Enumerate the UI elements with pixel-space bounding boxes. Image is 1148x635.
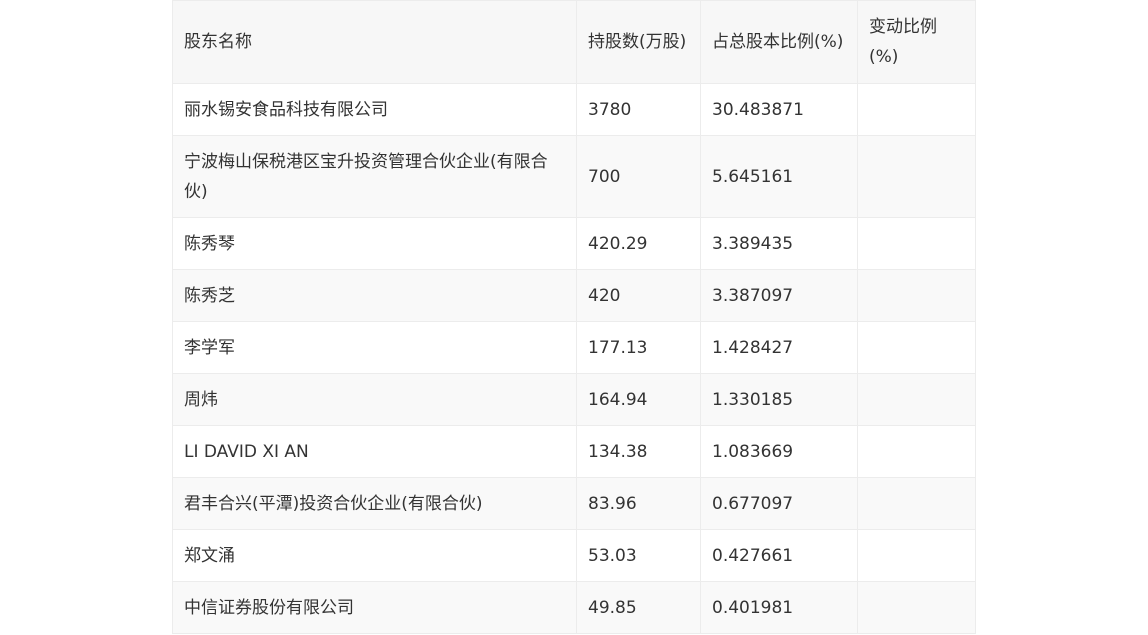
cell-change-ratio	[857, 425, 976, 478]
table-row: 郑文涌 53.03 0.427661	[172, 529, 976, 582]
cell-shares-held: 49.85	[576, 581, 701, 634]
cell-shares-held: 3780	[576, 83, 701, 136]
cell-share-ratio: 1.428427	[700, 321, 858, 374]
cell-shares-held: 177.13	[576, 321, 701, 374]
header-share-ratio: 占总股本比例(%)	[700, 0, 858, 84]
cell-share-ratio: 5.645161	[700, 135, 858, 218]
cell-share-ratio: 1.330185	[700, 373, 858, 426]
cell-shareholder-name: 宁波梅山保税港区宝升投资管理合伙企业(有限合伙)	[172, 135, 577, 218]
cell-shares-held: 420.29	[576, 217, 701, 270]
cell-shareholder-name: 郑文涌	[172, 529, 577, 582]
cell-change-ratio	[857, 135, 976, 218]
cell-share-ratio: 0.427661	[700, 529, 858, 582]
cell-change-ratio	[857, 373, 976, 426]
header-shareholder-name: 股东名称	[172, 0, 577, 84]
cell-shareholder-name: LI DAVID XI AN	[172, 425, 577, 478]
table-header-row: 股东名称 持股数(万股) 占总股本比例(%) 变动比例(%)	[172, 0, 976, 84]
cell-share-ratio: 0.677097	[700, 477, 858, 530]
cell-share-ratio: 1.083669	[700, 425, 858, 478]
cell-shareholder-name: 君丰合兴(平潭)投资合伙企业(有限合伙)	[172, 477, 577, 530]
cell-shares-held: 83.96	[576, 477, 701, 530]
cell-shares-held: 420	[576, 269, 701, 322]
cell-share-ratio: 3.389435	[700, 217, 858, 270]
cell-shareholder-name: 周炜	[172, 373, 577, 426]
cell-shareholder-name: 李学军	[172, 321, 577, 374]
cell-change-ratio	[857, 269, 976, 322]
cell-change-ratio	[857, 83, 976, 136]
header-shares-held: 持股数(万股)	[576, 0, 701, 84]
cell-shareholder-name: 陈秀芝	[172, 269, 577, 322]
cell-shares-held: 164.94	[576, 373, 701, 426]
cell-share-ratio: 3.387097	[700, 269, 858, 322]
table-row: 陈秀芝 420 3.387097	[172, 269, 976, 322]
table-row: 宁波梅山保税港区宝升投资管理合伙企业(有限合伙) 700 5.645161	[172, 135, 976, 218]
cell-shares-held: 53.03	[576, 529, 701, 582]
cell-shareholder-name: 陈秀琴	[172, 217, 577, 270]
cell-shareholder-name: 丽水锡安食品科技有限公司	[172, 83, 577, 136]
table-row: 中信证券股份有限公司 49.85 0.401981	[172, 581, 976, 634]
header-change-ratio: 变动比例(%)	[857, 0, 976, 84]
cell-change-ratio	[857, 581, 976, 634]
cell-change-ratio	[857, 529, 976, 582]
cell-change-ratio	[857, 321, 976, 374]
table-row: 君丰合兴(平潭)投资合伙企业(有限合伙) 83.96 0.677097	[172, 477, 976, 530]
shareholder-table-container: 股东名称 持股数(万股) 占总股本比例(%) 变动比例(%) 丽水锡安食品科技有…	[172, 0, 976, 634]
cell-shares-held: 700	[576, 135, 701, 218]
shareholder-table: 股东名称 持股数(万股) 占总股本比例(%) 变动比例(%) 丽水锡安食品科技有…	[172, 0, 976, 634]
cell-change-ratio	[857, 217, 976, 270]
table-row: LI DAVID XI AN 134.38 1.083669	[172, 425, 976, 478]
cell-shareholder-name: 中信证券股份有限公司	[172, 581, 577, 634]
table-row: 丽水锡安食品科技有限公司 3780 30.483871	[172, 83, 976, 136]
cell-share-ratio: 30.483871	[700, 83, 858, 136]
table-row: 李学军 177.13 1.428427	[172, 321, 976, 374]
cell-share-ratio: 0.401981	[700, 581, 858, 634]
table-row: 周炜 164.94 1.330185	[172, 373, 976, 426]
cell-shares-held: 134.38	[576, 425, 701, 478]
table-row: 陈秀琴 420.29 3.389435	[172, 217, 976, 270]
cell-change-ratio	[857, 477, 976, 530]
